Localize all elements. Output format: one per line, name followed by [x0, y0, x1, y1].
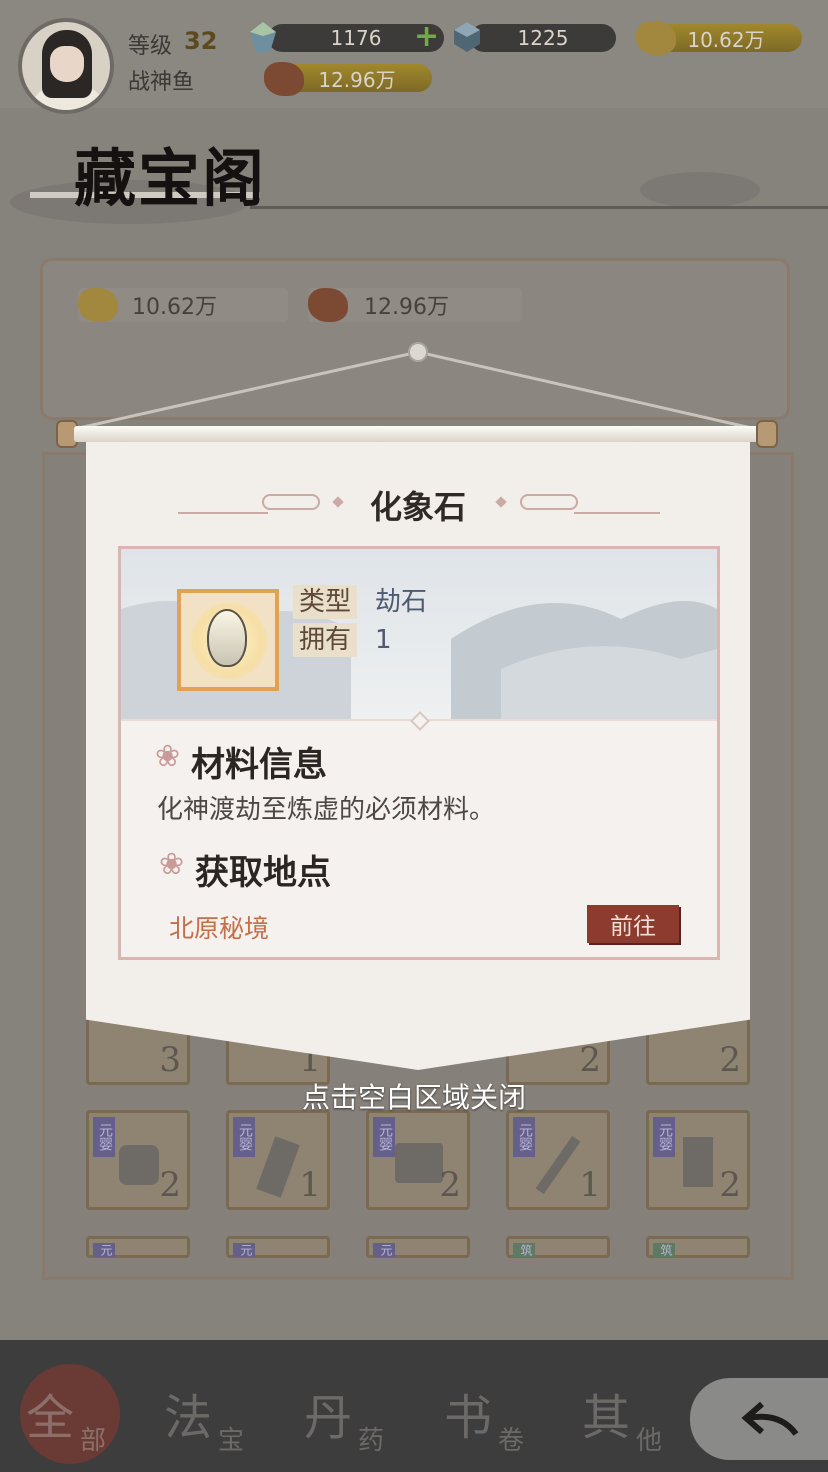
realm-tag: 元 [373, 1243, 395, 1257]
item-icon-frame [177, 589, 279, 691]
back-arrow-icon [741, 1401, 799, 1436]
resource-copper: 12.96万 [308, 288, 522, 322]
item-count: 1 [579, 1165, 601, 1205]
item-info-card: 类型 劫石 拥有 1 ❀ 材料信息 化神渡劫至炼虚的必须材料。 ❀ 获取地点 北… [118, 546, 720, 960]
copper-ore-icon [264, 62, 304, 96]
resource-gold: 10.62万 [78, 288, 288, 322]
close-hint[interactable]: 点击空白区域关闭 [0, 1076, 828, 1116]
gold-value: 10.62万 [687, 27, 765, 52]
realm-tag: 元婴 [653, 1117, 675, 1157]
item-slot[interactable]: 元婴 1 [506, 1110, 610, 1210]
level-label: 等级 [128, 34, 173, 59]
item-header-panel: 类型 劫石 拥有 1 [121, 549, 717, 719]
stone-icon [207, 609, 247, 667]
item-count: 2 [719, 1165, 741, 1205]
item-slot[interactable]: 元婴 2 [86, 1110, 190, 1210]
item-count: 2 [439, 1165, 461, 1205]
realm-tag: 元 [233, 1243, 255, 1257]
owned-label: 拥有 [293, 623, 358, 657]
token-icon [256, 1136, 300, 1198]
item-slot[interactable]: 筑 [646, 1236, 750, 1258]
rod-cap-right [756, 420, 778, 448]
resource-copper-value: 12.96万 [364, 295, 449, 320]
gem-value: 1225 [517, 26, 569, 50]
boots-icon [119, 1145, 159, 1185]
tab-all-main: 全 [26, 1390, 75, 1446]
realm-tag: 元婴 [373, 1117, 395, 1157]
flower-bullet-icon: ❀ [159, 847, 185, 882]
blue-gem-icon [454, 22, 480, 52]
realm-tag: 筑 [653, 1243, 675, 1257]
realm-tag: 元婴 [93, 1117, 115, 1157]
item-count: 2 [719, 1040, 741, 1080]
realm-tag: 元婴 [513, 1117, 535, 1157]
rod-bar [74, 426, 760, 442]
tab-other[interactable]: 其 他 [566, 1340, 704, 1472]
tab-all-sub: 部 [80, 1426, 107, 1456]
tab-scrolls[interactable]: 书 卷 [428, 1340, 566, 1472]
copper-currency: 12.96万 [282, 64, 432, 92]
tab-treasures-sub: 宝 [218, 1426, 245, 1456]
item-slot[interactable]: 元婴 2 [646, 1110, 750, 1210]
top-status-bar: 等级 32 战神鱼 1176 + 1225 10.62万 12.96万 [0, 0, 828, 114]
flower-bullet-icon: ❀ [155, 739, 181, 774]
item-slot[interactable]: 筑 [506, 1236, 610, 1258]
copper-value: 12.96万 [318, 67, 396, 92]
item-count: 1 [299, 1165, 321, 1205]
banner-icon [683, 1137, 713, 1187]
gem-currency: 1225 [470, 24, 616, 52]
tab-treasures[interactable]: 法 宝 [148, 1340, 286, 1472]
tab-pills-sub: 药 [358, 1426, 385, 1456]
tab-all[interactable]: 全 部 [10, 1340, 148, 1472]
whisk-icon [535, 1135, 581, 1195]
realm-tag: 筑 [513, 1243, 535, 1257]
type-value: 劫石 [375, 587, 428, 617]
avatar-face [50, 46, 84, 82]
tab-pills[interactable]: 丹 药 [288, 1340, 426, 1472]
realm-tag: 元 [93, 1243, 115, 1257]
go-button[interactable]: 前往 [587, 905, 679, 943]
type-label: 类型 [293, 585, 358, 619]
tab-scrolls-sub: 卷 [498, 1426, 525, 1456]
tab-other-sub: 他 [636, 1426, 663, 1456]
item-count: 2 [159, 1165, 181, 1205]
source-location: 北原秘境 [169, 914, 270, 943]
source-heading: 获取地点 [195, 853, 331, 893]
modal-item-name: 化象石 [369, 488, 466, 526]
cauldron-icon [395, 1143, 443, 1183]
scroll-rod [56, 420, 778, 448]
item-slot[interactable]: 元 [86, 1236, 190, 1258]
resource-gold-value: 10.62万 [132, 295, 217, 320]
tab-scrolls-main: 书 [444, 1390, 493, 1446]
item-slot[interactable]: 元婴 2 [366, 1110, 470, 1210]
material-info-text: 化神渡劫至炼虚的必须材料。 [157, 795, 496, 825]
tab-pills-main: 丹 [304, 1390, 353, 1446]
crystal-icon [250, 22, 276, 52]
item-slot[interactable]: 元 [366, 1236, 470, 1258]
player-name: 战神鱼 [128, 70, 195, 95]
item-count: 2 [579, 1040, 601, 1080]
material-info-heading: 材料信息 [191, 745, 327, 785]
copper-ore-icon [308, 288, 348, 322]
level-value: 32 [184, 27, 218, 55]
tab-other-main: 其 [582, 1390, 631, 1446]
realm-tag: 元婴 [233, 1117, 255, 1157]
avatar[interactable] [18, 18, 114, 114]
item-count: 3 [159, 1040, 181, 1080]
page-title: 藏宝阁 [74, 142, 267, 215]
gold-ore-icon [636, 21, 676, 55]
title-swirl-right [520, 494, 578, 510]
tab-treasures-main: 法 [164, 1390, 213, 1446]
title-decoration-right [574, 512, 660, 514]
back-button[interactable] [690, 1378, 828, 1460]
crystal-value: 1176 [330, 26, 382, 50]
add-crystal-button[interactable]: + [414, 22, 439, 52]
item-slot[interactable]: 元 [226, 1236, 330, 1258]
gold-ore-icon [78, 288, 118, 322]
owned-value: 1 [375, 625, 392, 655]
item-slot[interactable]: 元婴 1 [226, 1110, 330, 1210]
